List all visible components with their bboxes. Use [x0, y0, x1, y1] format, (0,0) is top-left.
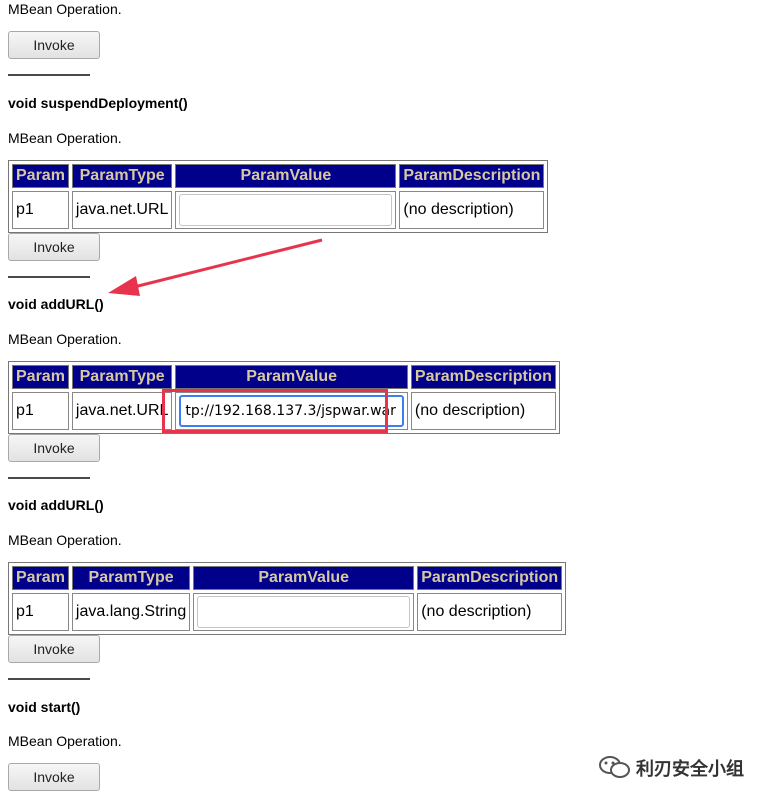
header-paramvalue: ParamValue	[193, 566, 415, 590]
operation-signature: void suspendDeployment()	[8, 95, 188, 111]
invoke-button[interactable]: Invoke	[8, 434, 100, 462]
table-header-row: Param ParamType ParamValue ParamDescript…	[12, 164, 545, 188]
operation-description: MBean Operation.	[8, 1, 122, 17]
annotation-arrow-icon	[108, 238, 323, 296]
watermark-text: 利刃安全小组	[636, 759, 744, 780]
param-name: p1	[12, 593, 69, 631]
param-description: (no description)	[399, 191, 545, 229]
wechat-logo-icon	[599, 756, 630, 778]
invoke-button[interactable]: Invoke	[8, 635, 100, 663]
operation-signature: void start()	[8, 699, 81, 715]
param-type: java.net.URL	[71, 392, 173, 430]
param-value-cell	[193, 593, 415, 631]
table-row: p1 java.lang.String (no description)	[12, 593, 563, 631]
param-name: p1	[12, 392, 69, 430]
header-param: Param	[12, 365, 69, 389]
parameter-table: Param ParamType ParamValue ParamDescript…	[8, 160, 549, 233]
header-paramvalue: ParamValue	[175, 365, 408, 389]
header-param: Param	[12, 164, 69, 188]
param-description: (no description)	[410, 392, 556, 430]
invoke-button[interactable]: Invoke	[8, 763, 100, 791]
header-paramdescription: ParamDescription	[417, 566, 563, 590]
operation-description: MBean Operation.	[8, 130, 122, 146]
operation-description: MBean Operation.	[8, 733, 122, 749]
header-paramtype: ParamType	[71, 566, 191, 590]
header-paramdescription: ParamDescription	[410, 365, 556, 389]
divider	[8, 276, 90, 278]
table-header-row: Param ParamType ParamValue ParamDescript…	[12, 566, 563, 590]
operation-description: MBean Operation.	[8, 331, 122, 347]
table-header-row: Param ParamType ParamValue ParamDescript…	[12, 365, 556, 389]
divider	[8, 678, 90, 680]
param-type: java.lang.String	[71, 593, 191, 631]
parameter-table: Param ParamType ParamValue ParamDescript…	[8, 562, 567, 635]
operation-signature: void addURL()	[8, 497, 104, 513]
param-value-input[interactable]	[179, 194, 393, 226]
header-paramvalue: ParamValue	[175, 164, 397, 188]
table-row: p1 java.net.URL (no description)	[12, 191, 545, 229]
header-paramtype: ParamType	[71, 164, 173, 188]
param-name: p1	[12, 191, 69, 229]
invoke-button[interactable]: Invoke	[8, 31, 100, 59]
divider	[8, 477, 90, 479]
header-paramtype: ParamType	[71, 365, 173, 389]
highlight-box	[162, 389, 388, 433]
param-value-cell	[175, 191, 397, 229]
operation-description: MBean Operation.	[8, 532, 122, 548]
param-description: (no description)	[417, 593, 563, 631]
param-value-input[interactable]	[197, 596, 411, 628]
param-type: java.net.URL	[71, 191, 173, 229]
header-paramdescription: ParamDescription	[399, 164, 545, 188]
invoke-button[interactable]: Invoke	[8, 233, 100, 261]
divider	[8, 74, 90, 76]
operation-signature: void addURL()	[8, 296, 104, 312]
header-param: Param	[12, 566, 69, 590]
